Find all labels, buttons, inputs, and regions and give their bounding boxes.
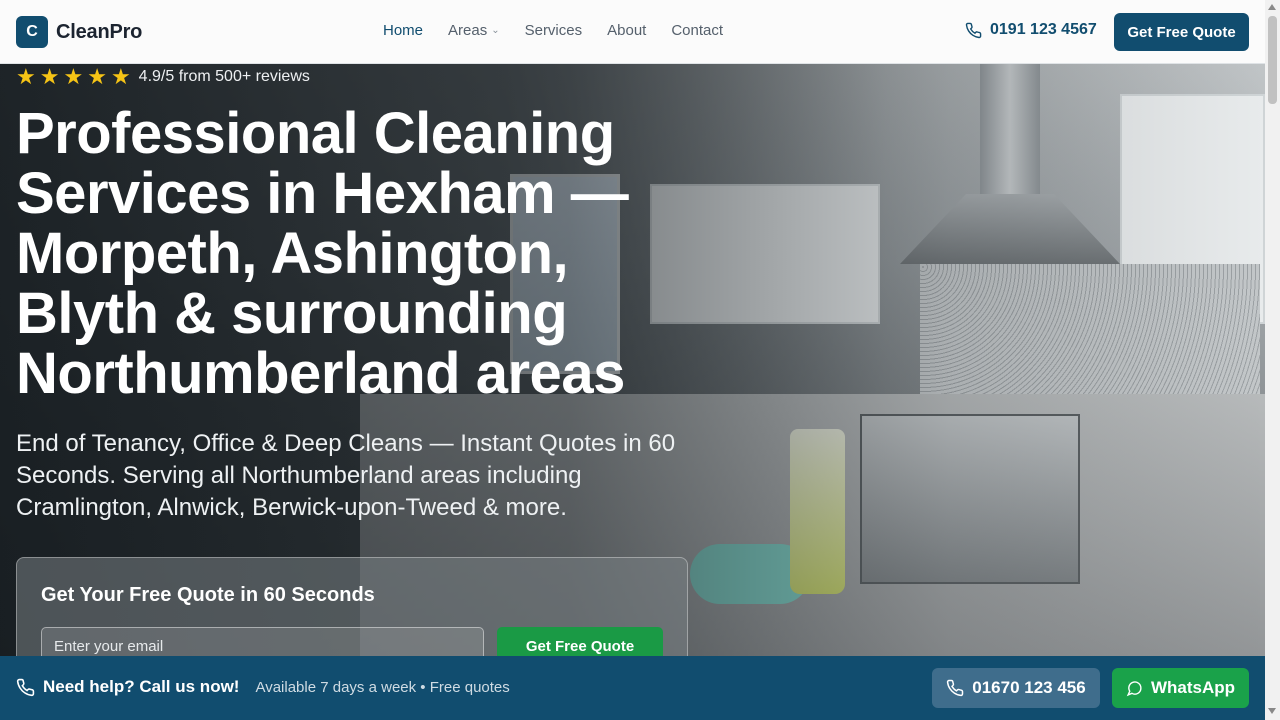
help-title: Need help? Call us now! [43,677,240,696]
scroll-thumb[interactable] [1268,16,1277,104]
sticky-help-bar: Need help? Call us now! Available 7 days… [0,656,1265,720]
page-scrollbar[interactable] [1265,0,1280,720]
nav-home-label: Home [383,22,424,39]
nav-services-label: Services [524,22,583,39]
header-phone-number: 0191 123 4567 [990,21,1097,38]
rating: ★ ★ ★ ★ ★ 4.9/5 from 500+ reviews [16,64,310,89]
header-phone-link[interactable]: 0191 123 4567 [965,21,1097,39]
call-button-label: 01670 123 456 [972,678,1086,697]
nav-areas-label: Areas [448,22,488,39]
main-nav: Home Areas ⌄ Services About Contact [383,22,748,39]
star-icon: ★ [39,64,60,89]
nav-areas[interactable]: Areas ⌄ [448,22,500,39]
whatsapp-label: WhatsApp [1150,678,1236,697]
nav-about[interactable]: About [607,22,646,39]
nav-contact-label: Contact [671,22,724,39]
quote-form-title: Get Your Free Quote in 60 Seconds [41,584,375,606]
header-quote-button[interactable]: Get Free Quote [1114,13,1249,51]
logo-mark: C [16,16,48,48]
help-note: Available 7 days a week • Free quotes [255,678,510,696]
logo-text: CleanPro [56,20,143,43]
hero-section: ★ ★ ★ ★ ★ 4.9/5 from 500+ reviews Profes… [0,64,1265,720]
star-icon: ★ [63,64,84,89]
nav-home[interactable]: Home [383,22,423,39]
hero-subtitle: End of Tenancy, Office & Deep Cleans — I… [16,430,676,521]
whatsapp-icon [1126,680,1142,696]
logo[interactable]: C CleanPro [16,16,142,48]
star-icon: ★ [87,64,107,89]
chevron-down-icon: ⌄ [491,25,500,36]
nav-contact[interactable]: Contact [671,22,723,39]
nav-services[interactable]: Services [525,22,583,39]
scroll-down-arrow-icon[interactable] [1268,708,1276,714]
site-header: C CleanPro Home Areas ⌄ Services About Co… [0,0,1265,64]
call-button[interactable]: 01670 123 456 [932,668,1100,708]
whatsapp-button[interactable]: WhatsApp [1112,668,1249,708]
help-message: Need help? Call us now! Available 7 days… [16,677,510,697]
phone-icon [947,679,964,697]
hero-title: Professional Cleaning Services in Hexham… [16,101,629,406]
rating-text: 4.9/5 from 500+ reviews [138,68,310,85]
scroll-up-arrow-icon[interactable] [1268,4,1276,10]
star-icon: ★ [110,64,131,89]
phone-icon [965,22,982,38]
star-icon: ★ [16,64,36,89]
phone-icon [16,678,35,696]
nav-about-label: About [607,22,647,39]
